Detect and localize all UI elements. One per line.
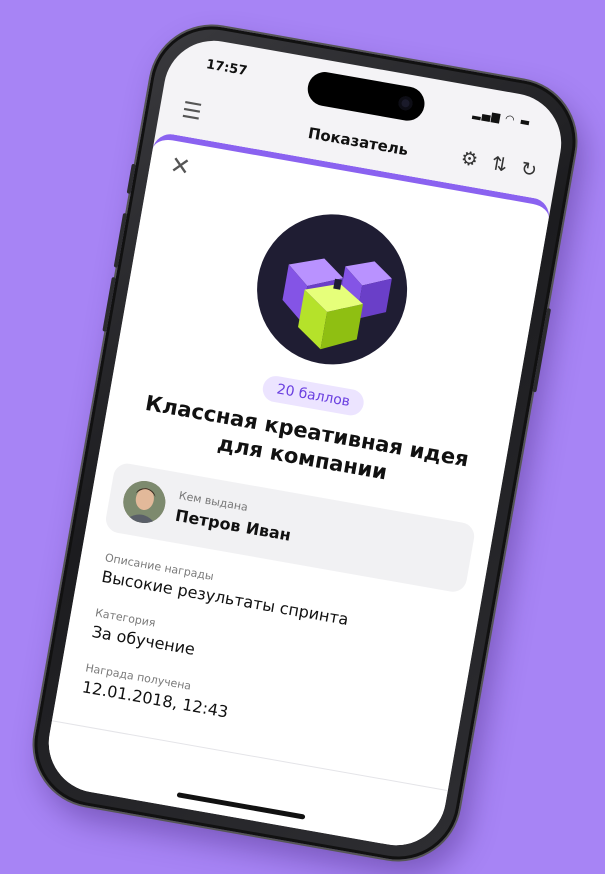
close-icon[interactable]: ✕ [168,151,193,182]
status-time: 17:57 [204,57,249,80]
phone-screen: 17:57 ▂▄▆ ◠ ▬ ☰ Показатель ⚙ ⇅ ↻ ✕ 20 ба… [40,32,570,854]
settings-icon[interactable]: ⚙ [459,147,480,172]
sort-icon[interactable]: ⇅ [490,152,510,176]
avatar [119,477,169,527]
phone-mockup: 17:57 ▂▄▆ ◠ ▬ ☰ Показатель ⚙ ⇅ ↻ ✕ 20 ба… [24,16,586,870]
navbar-actions: ⚙ ⇅ ↻ [459,147,539,182]
points-badge: 20 баллов [260,374,366,418]
status-indicators-icon: ▂▄▆ ◠ ▬ [471,106,533,130]
award-badge-image [245,202,419,377]
camera-icon [397,95,414,112]
cubes-illustration-icon [282,258,392,350]
